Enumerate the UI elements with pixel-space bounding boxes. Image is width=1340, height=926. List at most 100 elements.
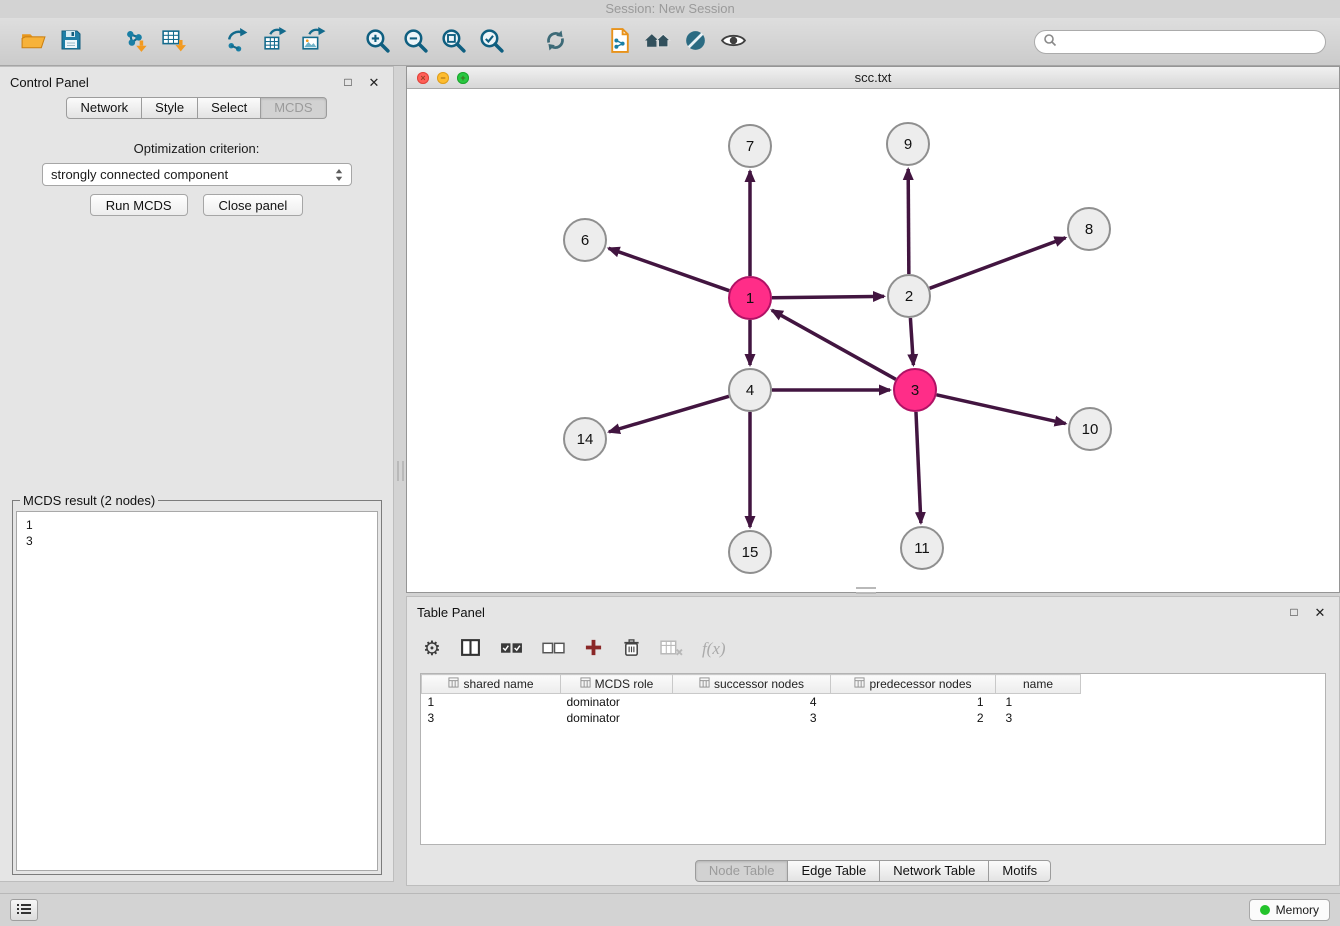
tab-network[interactable]: Network [66,97,142,119]
graph-node-1[interactable]: 1 [729,277,771,319]
float-panel-icon[interactable]: □ [339,73,357,91]
zoom-selected-button[interactable] [472,23,510,61]
minimize-window-icon[interactable]: − [437,72,449,84]
graph-node-9[interactable]: 9 [887,123,929,165]
cell-name[interactable]: 3 [996,710,1081,726]
refresh-group [536,23,574,61]
zoom-out-button[interactable] [396,23,434,61]
column-header-successor-nodes[interactable]: successor nodes [673,675,831,694]
cell-predecessor-nodes[interactable]: 1 [831,694,996,710]
export-image-button[interactable] [294,23,332,61]
mcds-button-row: Run MCDS Close panel [0,194,393,216]
graph-edge-2-8[interactable] [930,238,1066,289]
graph-node-4[interactable]: 4 [729,369,771,411]
graph-node-2[interactable]: 2 [888,275,930,317]
cell-mcds-role[interactable]: dominator [561,710,673,726]
delete-table-button[interactable] [660,636,683,662]
table-row-node-3[interactable]: 3 dominator 3 2 3 [422,710,1081,726]
refresh-layout-button[interactable] [536,23,574,61]
cell-mcds-role[interactable]: dominator [561,694,673,710]
cell-name[interactable]: 1 [996,694,1081,710]
horizontal-splitter[interactable] [856,587,876,594]
graph-node-14[interactable]: 14 [564,418,606,460]
table-row-node-1[interactable]: 1 dominator 4 1 1 [422,694,1081,710]
graph-node-11[interactable]: 11 [901,527,943,569]
network-canvas[interactable]: 7 9 6 8 1 2 4 3 14 10 15 11 [407,89,1339,592]
open-session-button[interactable] [14,23,52,61]
table-panel: Table Panel □ ✕ ⚙ [406,596,1340,886]
import-table-button[interactable] [154,23,192,61]
export-network-button[interactable] [218,23,256,61]
cell-successor-nodes[interactable]: 3 [673,710,831,726]
graph-edge-2-9[interactable] [908,169,909,274]
toggle-details-button[interactable] [714,23,752,61]
float-table-panel-icon[interactable]: □ [1285,603,1303,621]
column-header-shared-name[interactable]: shared name [422,675,561,694]
criterion-select[interactable]: strongly connected component [42,163,352,186]
cell-predecessor-nodes[interactable]: 2 [831,710,996,726]
run-mcds-button[interactable]: Run MCDS [90,194,188,216]
style-details-button[interactable] [676,23,714,61]
show-panels-button[interactable] [10,899,38,921]
add-column-button[interactable] [584,636,603,662]
graph-edge-2-3[interactable] [910,318,913,365]
graph-edge-1-6[interactable] [609,248,730,290]
graph-node-7[interactable]: 7 [729,125,771,167]
cell-shared-name[interactable]: 3 [422,710,561,726]
tab-mcds[interactable]: MCDS [261,97,326,119]
memory-button[interactable]: Memory [1249,899,1330,921]
zoom-in-button[interactable] [358,23,396,61]
mcds-result-list[interactable]: 1 3 [16,511,378,871]
mcds-result-item[interactable]: 1 [26,517,368,533]
cell-shared-name[interactable]: 1 [422,694,561,710]
export-image-icon [300,27,327,57]
maximize-window-icon[interactable]: + [457,72,469,84]
save-session-button[interactable] [52,23,90,61]
column-header-predecessor-nodes[interactable]: predecessor nodes [831,675,996,694]
tab-style[interactable]: Style [142,97,198,119]
graph-node-15[interactable]: 15 [729,531,771,573]
delete-column-button[interactable] [622,636,641,662]
mcds-result-item[interactable]: 3 [26,533,368,549]
import-network-button[interactable] [116,23,154,61]
cell-successor-nodes[interactable]: 4 [673,694,831,710]
fx-icon: f(x) [702,639,726,659]
svg-text:2: 2 [905,288,913,305]
graph-edge-3-10[interactable] [936,395,1065,424]
tab-network-table[interactable]: Network Table [880,860,989,882]
show-columns-button[interactable] [460,636,481,662]
close-table-panel-icon[interactable]: ✕ [1311,603,1329,621]
network-window-titlebar[interactable]: × − + scc.txt [407,67,1339,89]
function-builder-button[interactable]: f(x) [702,636,726,662]
column-header-name[interactable]: name [996,675,1081,694]
graph-edge-4-14[interactable] [609,396,729,432]
graph-edge-3-1[interactable] [772,310,896,379]
column-type-icon [580,677,591,691]
graph-node-8[interactable]: 8 [1068,208,1110,250]
graph-edge-3-11[interactable] [916,412,921,523]
export-network-icon [224,27,251,57]
select-all-columns-button[interactable] [500,636,523,662]
tab-select[interactable]: Select [198,97,261,119]
export-table-button[interactable] [256,23,294,61]
close-window-icon[interactable]: × [417,72,429,84]
search-box[interactable] [1034,30,1326,54]
vertical-splitter[interactable] [397,461,404,481]
graph-node-10[interactable]: 10 [1069,408,1111,450]
search-input[interactable] [1062,35,1317,49]
graph-edge-1-2[interactable] [772,296,884,297]
close-panel-icon[interactable]: ✕ [365,73,383,91]
graph-node-3[interactable]: 3 [894,369,936,411]
tab-motifs[interactable]: Motifs [989,860,1051,882]
graph-node-6[interactable]: 6 [564,219,606,261]
control-panel-tabs: Network Style Select MCDS [0,97,393,119]
column-header-mcds-role[interactable]: MCDS role [561,675,673,694]
tab-node-table[interactable]: Node Table [695,860,789,882]
zoom-fit-button[interactable] [434,23,472,61]
tab-edge-table[interactable]: Edge Table [788,860,880,882]
close-panel-button[interactable]: Close panel [203,194,304,216]
table-settings-button[interactable]: ⚙ [423,636,441,662]
export-web-document-button[interactable] [600,23,638,61]
deselect-all-columns-button[interactable] [542,636,565,662]
home-button[interactable] [638,23,676,61]
